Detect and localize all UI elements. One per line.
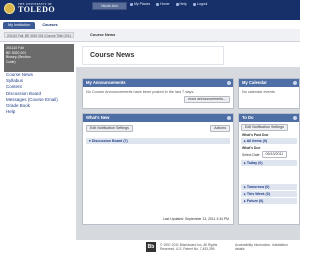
page-title: Course News xyxy=(90,52,135,59)
page-title-box: Course News xyxy=(82,46,224,65)
calendar-header: My Calendar xyxy=(239,79,299,87)
this-week-row[interactable]: ▸ This Week (0) xyxy=(241,191,297,197)
course-menu-header: 201110 Fall BE 3020 001 Biosep (Section … xyxy=(4,44,74,72)
breadcrumb-course[interactable]: 201110 Fall, BE 3020 001 (Course Title) … xyxy=(4,32,74,38)
gear-icon[interactable] xyxy=(293,116,297,120)
announcements-body: No Course Announcements have been posted… xyxy=(83,87,233,106)
select-date-label: Select Date xyxy=(242,152,260,157)
logout-link[interactable]: Logout xyxy=(192,2,207,6)
my-places-link[interactable]: My Places xyxy=(130,2,150,6)
breadcrumb-current: Course News xyxy=(90,32,116,37)
last-updated-text: Last Updated: September 13, 2011 3:34 PM xyxy=(162,217,229,221)
gear-icon[interactable] xyxy=(227,81,231,85)
top-banner: THE UNIVERSITY OF TOLEDO Nicole Ann My P… xyxy=(0,0,300,29)
past-due-heading: What's Past Due xyxy=(242,133,269,137)
announcements-header: My Announcements xyxy=(83,79,233,87)
tab-courses[interactable]: Courses xyxy=(37,22,63,29)
user-name-box[interactable]: Nicole Ann xyxy=(92,2,127,10)
logo-line-2: TOLEDO xyxy=(18,4,56,14)
tab-my-institution[interactable]: My Institution xyxy=(3,22,36,29)
places-icon xyxy=(130,2,133,6)
help-icon xyxy=(175,2,179,6)
discussion-board-item[interactable]: ▾ Discussion Board (7) xyxy=(86,138,230,144)
today-row[interactable]: ▸ Today (0) xyxy=(241,160,297,166)
calendar-body: No calendar events xyxy=(242,90,275,94)
footer-accessibility-link[interactable]: Accessibility information. Installation … xyxy=(235,243,295,251)
whats-new-module: What's New Edit Notification Settings Ac… xyxy=(82,113,234,225)
announcements-empty-text: No Course Announcements have been posted… xyxy=(86,90,195,94)
home-link[interactable]: Home xyxy=(156,2,170,6)
edit-notification-settings-button[interactable]: Edit Notification Settings xyxy=(86,125,133,132)
university-seal-icon xyxy=(4,2,15,14)
calendar-module: My Calendar No calendar events xyxy=(238,78,300,109)
sidebar-item-help[interactable]: Help xyxy=(4,109,74,115)
course-menu: 201110 Fall BE 3020 001 Biosep (Section … xyxy=(4,44,74,162)
main-tabs: My Institution Courses xyxy=(3,22,63,29)
future-row[interactable]: ▸ Future (0) xyxy=(241,198,297,204)
gear-icon[interactable] xyxy=(293,81,297,85)
announcements-module: My Announcements No Course Announcements… xyxy=(82,78,234,109)
gear-icon[interactable] xyxy=(227,116,231,120)
todo-header: To Do xyxy=(239,114,299,122)
todo-edit-notification-button[interactable]: Edit Notification Settings xyxy=(241,124,288,131)
course-breadcrumb-row: 201110 Fall, BE 3020 001 (Course Title) … xyxy=(0,29,300,42)
more-announcements-button[interactable]: more announcements... xyxy=(184,96,230,103)
footer-copyright: © 1997-2011 Blackboard Inc. All Rights R… xyxy=(160,243,218,251)
university-logo[interactable]: THE UNIVERSITY OF TOLEDO xyxy=(4,2,74,14)
home-icon xyxy=(156,2,160,6)
whats-new-header: What's New xyxy=(83,114,233,122)
tomorrow-row[interactable]: ▸ Tomorrow (0) xyxy=(241,184,297,190)
todo-module: To Do Edit Notification Settings What's … xyxy=(238,113,300,225)
blackboard-logo-icon: Bb xyxy=(146,242,156,252)
utility-links: My Places Home Help Logout xyxy=(130,2,207,6)
actions-button[interactable]: Actions xyxy=(210,125,230,132)
select-date-input[interactable]: 09/13/2011 xyxy=(261,151,288,158)
all-items-row[interactable]: ▸ All Items (0) xyxy=(241,138,297,144)
logout-icon xyxy=(192,2,196,6)
help-link[interactable]: Help xyxy=(175,2,187,6)
